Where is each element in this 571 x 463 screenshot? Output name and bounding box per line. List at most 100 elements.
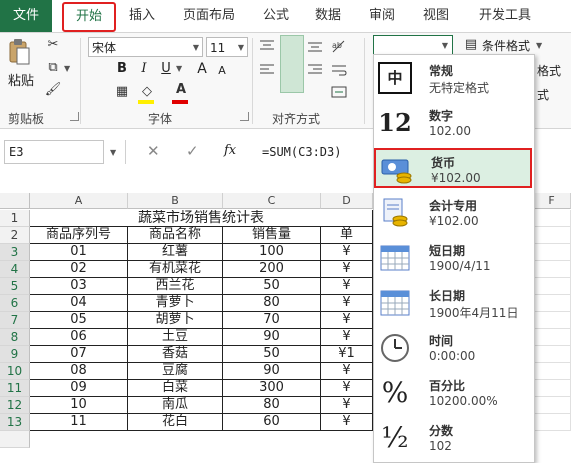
number-format-option[interactable]: 12 数字 102.00 — [374, 103, 532, 143]
row-header[interactable]: 10 — [0, 363, 30, 380]
table-cell[interactable]: 200 — [223, 261, 321, 278]
border-icon[interactable]: ▦ — [113, 84, 131, 99]
table-cell[interactable]: 300 — [223, 380, 321, 397]
table-cell[interactable]: ¥ — [321, 363, 373, 380]
table-cell[interactable]: 50 — [223, 278, 321, 295]
chevron-down-icon[interactable]: ▼ — [193, 38, 199, 58]
text-orientation-icon[interactable]: ab — [330, 38, 348, 54]
font-size-combo[interactable]: 11 ▼ — [206, 37, 248, 57]
row-header[interactable]: 1 — [0, 210, 30, 227]
table-cell[interactable]: 02 — [30, 261, 128, 278]
align-bottom-icon[interactable] — [306, 38, 324, 54]
fill-color-icon[interactable]: ◇ — [138, 84, 156, 99]
clipboard-dialog-launcher-icon[interactable] — [70, 112, 79, 121]
table-cell[interactable]: 50 — [223, 346, 321, 363]
table-cell[interactable]: 西兰花 — [128, 278, 223, 295]
underline-dropdown-icon[interactable]: ▼ — [176, 64, 182, 73]
align-left-icon[interactable] — [258, 62, 276, 78]
column-header-b[interactable]: B — [128, 193, 223, 209]
copy-dropdown-icon[interactable]: ▼ — [64, 64, 70, 73]
table-cell[interactable]: 有机菜花 — [128, 261, 223, 278]
table-cell[interactable]: 南瓜 — [128, 397, 223, 414]
format-as-table-button[interactable]: 格式 — [537, 62, 561, 79]
tab-insert[interactable]: 插入 — [122, 0, 162, 32]
chevron-down-icon[interactable]: ▼ — [238, 38, 244, 58]
select-all-corner[interactable] — [0, 193, 30, 209]
table-cell[interactable]: ¥ — [321, 244, 373, 261]
merge-center-icon[interactable] — [330, 84, 348, 100]
empty-cell[interactable] — [533, 312, 571, 329]
table-cell[interactable]: 01 — [30, 244, 128, 261]
italic-button[interactable]: I — [135, 60, 153, 78]
table-cell[interactable]: 11 — [30, 414, 128, 431]
name-box[interactable]: E3 — [4, 140, 104, 164]
insert-function-button[interactable]: fx — [224, 143, 236, 158]
enter-icon[interactable]: ✓ — [186, 142, 199, 160]
font-name-combo[interactable]: 宋体 ▼ — [88, 37, 203, 57]
column-header-c[interactable]: C — [223, 193, 321, 209]
table-cell[interactable]: 豆腐 — [128, 363, 223, 380]
table-cell[interactable]: ¥ — [321, 261, 373, 278]
conditional-format-button[interactable]: 条件格式 — [482, 37, 530, 54]
row-header[interactable] — [0, 431, 30, 448]
table-cell[interactable]: 04 — [30, 295, 128, 312]
table-cell[interactable]: ¥ — [321, 329, 373, 346]
table-cell[interactable]: ¥ — [321, 397, 373, 414]
cancel-icon[interactable]: ✕ — [147, 142, 160, 160]
cut-icon[interactable]: ✂ — [44, 37, 62, 52]
empty-cell[interactable] — [533, 227, 571, 244]
column-title-cell[interactable]: 单 — [321, 227, 373, 244]
tab-developer[interactable]: 开发工具 — [472, 0, 538, 32]
column-header-d[interactable]: D — [321, 193, 373, 209]
empty-cell[interactable] — [533, 278, 571, 295]
empty-cell[interactable] — [533, 414, 571, 431]
sheet-title-cell[interactable]: 蔬菜市场销售统计表 — [30, 210, 373, 227]
tab-review[interactable]: 审阅 — [362, 0, 402, 32]
table-cell[interactable]: 09 — [30, 380, 128, 397]
conditional-format-icon[interactable]: ▤ — [462, 37, 480, 52]
tab-home[interactable]: 开始 — [62, 2, 116, 32]
table-cell[interactable]: 80 — [223, 295, 321, 312]
table-cell[interactable]: 白菜 — [128, 380, 223, 397]
shrink-font-button[interactable]: A — [213, 62, 231, 80]
tab-formulas[interactable]: 公式 — [256, 0, 296, 32]
number-format-option[interactable]: 货币 ¥102.00 — [374, 148, 532, 188]
row-header[interactable]: 2 — [0, 227, 30, 244]
empty-cell[interactable] — [533, 261, 571, 278]
cell-styles-button[interactable]: 式 — [537, 86, 549, 103]
row-header[interactable]: 11 — [0, 380, 30, 397]
table-cell[interactable]: 80 — [223, 397, 321, 414]
table-cell[interactable]: ¥ — [321, 380, 373, 397]
underline-button[interactable]: U — [157, 60, 175, 78]
number-format-option[interactable]: 时间 0:00:00 — [374, 328, 532, 368]
table-cell[interactable]: 03 — [30, 278, 128, 295]
row-header[interactable]: 3 — [0, 244, 30, 261]
tab-page-layout[interactable]: 页面布局 — [176, 0, 242, 32]
table-cell[interactable]: 70 — [223, 312, 321, 329]
table-cell[interactable]: 香菇 — [128, 346, 223, 363]
tab-data[interactable]: 数据 — [308, 0, 348, 32]
table-cell[interactable]: 90 — [223, 363, 321, 380]
table-cell[interactable]: ¥ — [321, 278, 373, 295]
table-cell[interactable]: 胡萝卜 — [128, 312, 223, 329]
table-cell[interactable]: 60 — [223, 414, 321, 431]
font-color-icon[interactable]: A — [172, 82, 190, 97]
number-format-combo[interactable]: ▼ — [373, 35, 453, 55]
table-cell[interactable]: 08 — [30, 363, 128, 380]
font-dialog-launcher-icon[interactable] — [240, 112, 249, 121]
column-header-a[interactable]: A — [30, 193, 128, 209]
chevron-down-icon[interactable]: ▼ — [442, 36, 448, 56]
column-title-cell[interactable]: 商品序列号 — [30, 227, 128, 244]
table-cell[interactable]: 06 — [30, 329, 128, 346]
table-cell[interactable]: ¥ — [321, 295, 373, 312]
number-format-option[interactable]: 中 常规 无特定格式 — [374, 58, 532, 98]
row-header[interactable]: 5 — [0, 278, 30, 295]
number-format-option[interactable]: 长日期 1900年4月11日 — [374, 283, 532, 323]
grow-font-button[interactable]: A — [193, 60, 211, 78]
number-format-option[interactable]: 会计专用 ¥102.00 — [374, 193, 532, 233]
name-box-dropdown-icon[interactable]: ▼ — [110, 148, 116, 157]
row-header[interactable]: 12 — [0, 397, 30, 414]
table-cell[interactable]: 土豆 — [128, 329, 223, 346]
paste-icon[interactable] — [8, 38, 30, 66]
table-cell[interactable]: 10 — [30, 397, 128, 414]
